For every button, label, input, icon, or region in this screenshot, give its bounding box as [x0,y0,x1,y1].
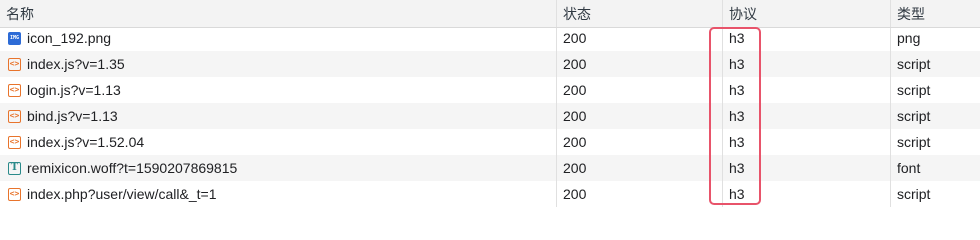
table-row[interactable]: <> index.js?v=1.35 200 h3 script [0,51,980,77]
protocol-cell: h3 [722,129,890,155]
type-cell: script [890,129,980,155]
table-row[interactable]: <> index.php?user/view/call&_t=1 200 h3 … [0,181,980,207]
type-cell: font [890,155,980,181]
image-file-icon: IMG [8,31,21,45]
name-cell[interactable]: <> index.js?v=1.35 [0,51,556,77]
status-cell: 200 [556,51,722,77]
status-cell: 200 [556,28,722,51]
status-cell: 200 [556,103,722,129]
name-cell[interactable]: T remixicon.woff?t=1590207869815 [0,155,556,181]
status-cell: 200 [556,77,722,103]
column-header-name[interactable]: 名称 [0,0,556,27]
font-file-icon: T [8,161,21,175]
script-file-icon: <> [8,109,21,123]
type-cell: script [890,77,980,103]
script-file-icon: <> [8,135,21,149]
request-name[interactable]: login.js?v=1.13 [27,82,121,98]
table-row[interactable]: <> bind.js?v=1.13 200 h3 script [0,103,980,129]
type-cell: script [890,103,980,129]
request-name[interactable]: index.js?v=1.52.04 [27,134,144,150]
column-header-status[interactable]: 状态 [556,0,722,27]
table-row[interactable]: <> index.js?v=1.52.04 200 h3 script [0,129,980,155]
protocol-cell: h3 [722,103,890,129]
type-cell: script [890,51,980,77]
protocol-cell: h3 [722,181,890,207]
table-header: 名称 状态 协议 类型 [0,0,980,28]
request-name[interactable]: remixicon.woff?t=1590207869815 [27,160,237,176]
name-cell[interactable]: <> bind.js?v=1.13 [0,103,556,129]
status-cell: 200 [556,155,722,181]
table-row[interactable]: <> login.js?v=1.13 200 h3 script [0,77,980,103]
status-cell: 200 [556,181,722,207]
table-row[interactable]: IMG icon_192.png 200 h3 png [0,28,980,51]
type-cell: png [890,28,980,51]
name-cell[interactable]: <> index.php?user/view/call&_t=1 [0,181,556,207]
request-list[interactable]: IMG icon_192.png 200 h3 png <> index.js?… [0,28,980,209]
request-name[interactable]: index.php?user/view/call&_t=1 [27,186,217,202]
protocol-cell: h3 [722,51,890,77]
protocol-cell: h3 [722,155,890,181]
script-file-icon: <> [8,187,21,201]
protocol-cell: h3 [722,28,890,51]
script-file-icon: <> [8,57,21,71]
status-cell: 200 [556,129,722,155]
name-cell[interactable]: <> login.js?v=1.13 [0,77,556,103]
request-name[interactable]: icon_192.png [27,30,111,46]
name-cell[interactable]: <> index.js?v=1.52.04 [0,129,556,155]
network-request-table: 名称 状态 协议 类型 IMG icon_192.png 200 h3 png … [0,0,980,209]
column-header-protocol[interactable]: 协议 [722,0,890,27]
column-header-type[interactable]: 类型 [890,0,980,27]
protocol-cell: h3 [722,77,890,103]
table-row[interactable]: T remixicon.woff?t=1590207869815 200 h3 … [0,155,980,181]
script-file-icon: <> [8,83,21,97]
type-cell: script [890,181,980,207]
request-name[interactable]: index.js?v=1.35 [27,56,125,72]
request-name[interactable]: bind.js?v=1.13 [27,108,118,124]
name-cell[interactable]: IMG icon_192.png [0,28,556,51]
